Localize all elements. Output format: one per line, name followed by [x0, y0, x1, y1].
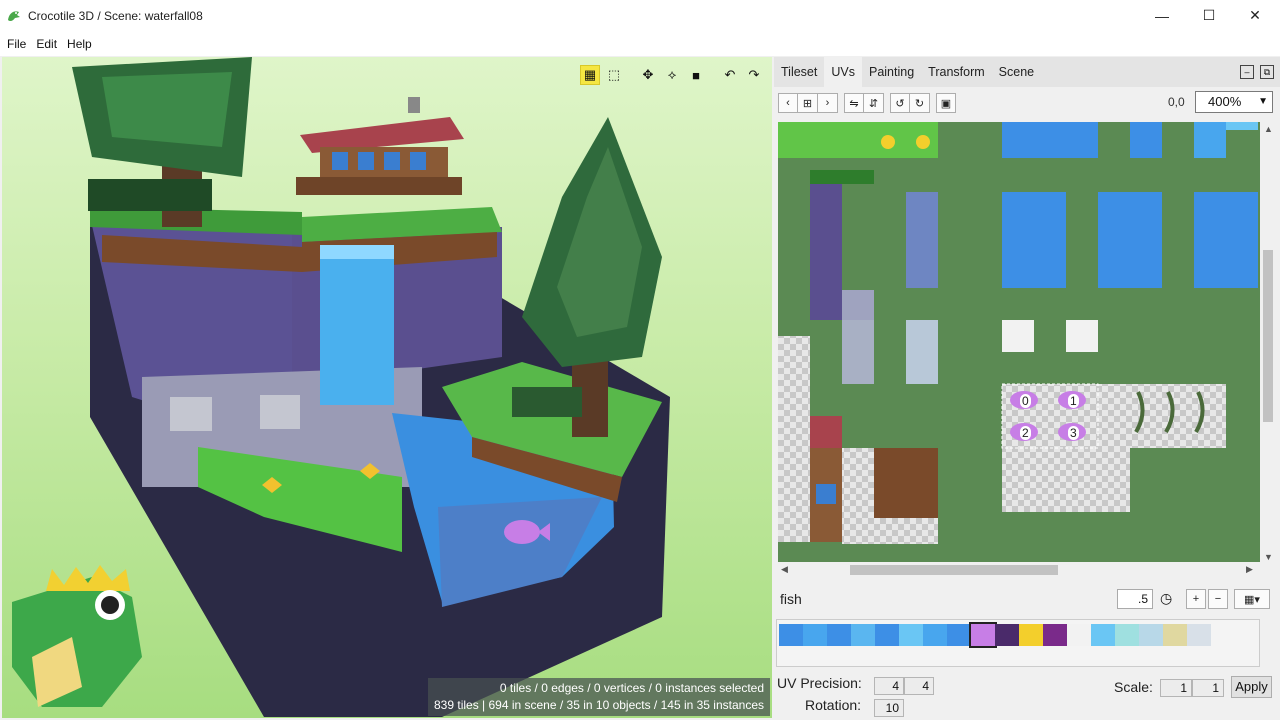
crocotile-logo-icon: [8, 10, 20, 21]
minimize-button[interactable]: —: [1139, 0, 1185, 31]
uv-index-label: 1: [1068, 394, 1079, 408]
palette-tile[interactable]: [779, 624, 803, 646]
grid-toggle-icon[interactable]: ▦: [580, 65, 600, 85]
uv-index-label: 3: [1068, 426, 1079, 440]
uv-index-label: 0: [1020, 394, 1031, 408]
palette-tile[interactable]: [827, 624, 851, 646]
uv-precision-y-input[interactable]: 4: [904, 677, 934, 695]
cube-view-icon[interactable]: ⬚: [604, 65, 624, 85]
flip-horizontal-icon[interactable]: ⇋: [844, 93, 864, 113]
uv-tileset-canvas[interactable]: 0 1 2 3: [778, 122, 1260, 566]
undock-icon[interactable]: –: [1240, 65, 1254, 79]
grid-options-icon[interactable]: ▦▾: [1234, 589, 1270, 609]
add-icon[interactable]: +: [1186, 589, 1206, 609]
tab-scene[interactable]: Scene: [992, 57, 1041, 87]
move-gizmo-icon[interactable]: ✥: [638, 65, 658, 85]
title-bar: Crocotile 3D / Scene: waterfall08 — ☐ ✕: [0, 0, 1280, 31]
tileset-image: [778, 122, 1258, 544]
menu-file[interactable]: File: [2, 37, 31, 51]
popout-icon[interactable]: ⧉: [1260, 65, 1274, 79]
tab-uvs[interactable]: UVs: [824, 57, 862, 87]
palette-tile[interactable]: [803, 624, 827, 646]
palette-tile-selected[interactable]: [969, 622, 997, 648]
scene-render: [12, 57, 670, 717]
palette-tile[interactable]: [995, 624, 1019, 646]
panel-tabs: Tileset UVs Painting Transform Scene: [774, 57, 1280, 87]
flip-vertical-icon[interactable]: ⇵: [864, 93, 884, 113]
tileset-grid-button[interactable]: ⊞: [798, 93, 818, 113]
tab-tileset[interactable]: Tileset: [774, 57, 824, 87]
close-button[interactable]: ✕: [1232, 0, 1278, 31]
rotation-label: Rotation:: [805, 697, 862, 713]
palette-tile[interactable]: [923, 624, 947, 646]
scroll-thumb[interactable]: [850, 565, 1058, 575]
clock-icon[interactable]: ◷: [1160, 590, 1172, 607]
palette-tile[interactable]: [875, 624, 899, 646]
viewport-toolbar: ▦ ⬚ ✥ ⟡ ■ ↶ ↷: [580, 65, 764, 85]
palette-tile[interactable]: [1067, 624, 1091, 646]
palette-tile[interactable]: [1139, 624, 1163, 646]
scroll-up-icon[interactable]: ▲: [1264, 124, 1273, 134]
rotation-input[interactable]: 10: [874, 699, 904, 717]
palette-tile[interactable]: [947, 624, 971, 646]
selection-status: 0 tiles / 0 edges / 0 vertices / 0 insta…: [428, 678, 770, 716]
palette-tile[interactable]: [1115, 624, 1139, 646]
uv-horizontal-scrollbar[interactable]: ◀ ▶: [778, 562, 1260, 578]
uv-coordinates: 0,0: [1168, 95, 1185, 109]
palette-tile[interactable]: [1163, 624, 1187, 646]
palette-tile[interactable]: [1043, 624, 1067, 646]
status-totals: 839 tiles | 694 in scene / 35 in 10 obje…: [434, 698, 764, 712]
rotate-right-icon[interactable]: ↻: [910, 93, 930, 113]
tile-name[interactable]: fish: [780, 591, 802, 607]
apply-button[interactable]: Apply: [1231, 676, 1272, 698]
uv-index-label: 2: [1020, 426, 1031, 440]
tile-name-row: fish .5 ◷ + − ▦▾: [774, 585, 1280, 613]
scroll-down-icon[interactable]: ▼: [1264, 552, 1273, 562]
menu-edit[interactable]: Edit: [31, 37, 62, 51]
rotate-left-icon[interactable]: ↺: [890, 93, 910, 113]
next-tileset-button[interactable]: ›: [818, 93, 838, 113]
palette-strip: [779, 622, 1211, 648]
zoom-select[interactable]: 400% ▼: [1195, 91, 1273, 113]
scale-label: Scale:: [1114, 679, 1153, 695]
opacity-field[interactable]: .5: [1117, 589, 1153, 609]
palette-tile[interactable]: [1187, 624, 1211, 646]
uv-precision-label: UV Precision:: [777, 675, 862, 691]
zoom-value: 400%: [1208, 94, 1242, 109]
3d-viewport[interactable]: ▦ ⬚ ✥ ⟡ ■ ↶ ↷ 0 tiles / 0 edges / 0 vert…: [2, 57, 772, 718]
solid-shading-icon[interactable]: ■: [686, 65, 706, 85]
palette-tile[interactable]: [1091, 624, 1115, 646]
tab-transform[interactable]: Transform: [921, 57, 992, 87]
pivot-gizmo-icon[interactable]: ⟡: [662, 65, 682, 85]
scale-y-input[interactable]: 1: [1192, 679, 1224, 697]
menu-help[interactable]: Help: [62, 37, 97, 51]
tab-painting[interactable]: Painting: [862, 57, 921, 87]
prev-tileset-button[interactable]: ‹: [778, 93, 798, 113]
uv-panel: Tileset UVs Painting Transform Scene – ⧉…: [774, 57, 1280, 720]
status-selected: 0 tiles / 0 edges / 0 vertices / 0 insta…: [499, 681, 764, 695]
scroll-thumb[interactable]: [1263, 250, 1273, 422]
uv-vertical-scrollbar[interactable]: ▲ ▼: [1260, 122, 1276, 566]
dock-controls: – ⧉: [1240, 65, 1274, 79]
palette-tile[interactable]: [851, 624, 875, 646]
palette-tile[interactable]: [899, 624, 923, 646]
maximize-button[interactable]: ☐: [1186, 0, 1232, 31]
window-title: Crocotile 3D / Scene: waterfall08: [28, 8, 203, 23]
scale-x-input[interactable]: 1: [1160, 679, 1192, 697]
menu-bar: File Edit Help: [0, 31, 1280, 56]
chevron-down-icon: ▼: [1258, 96, 1268, 107]
scroll-right-icon[interactable]: ▶: [1246, 564, 1253, 575]
undo-icon[interactable]: ↶: [720, 65, 740, 85]
tile-palette[interactable]: [776, 619, 1260, 667]
palette-tile[interactable]: [1019, 624, 1043, 646]
redo-icon[interactable]: ↷: [744, 65, 764, 85]
scroll-left-icon[interactable]: ◀: [781, 564, 788, 575]
remove-icon[interactable]: −: [1208, 589, 1228, 609]
fit-selection-icon[interactable]: ▣: [936, 93, 956, 113]
uv-precision-x-input[interactable]: 4: [874, 677, 904, 695]
